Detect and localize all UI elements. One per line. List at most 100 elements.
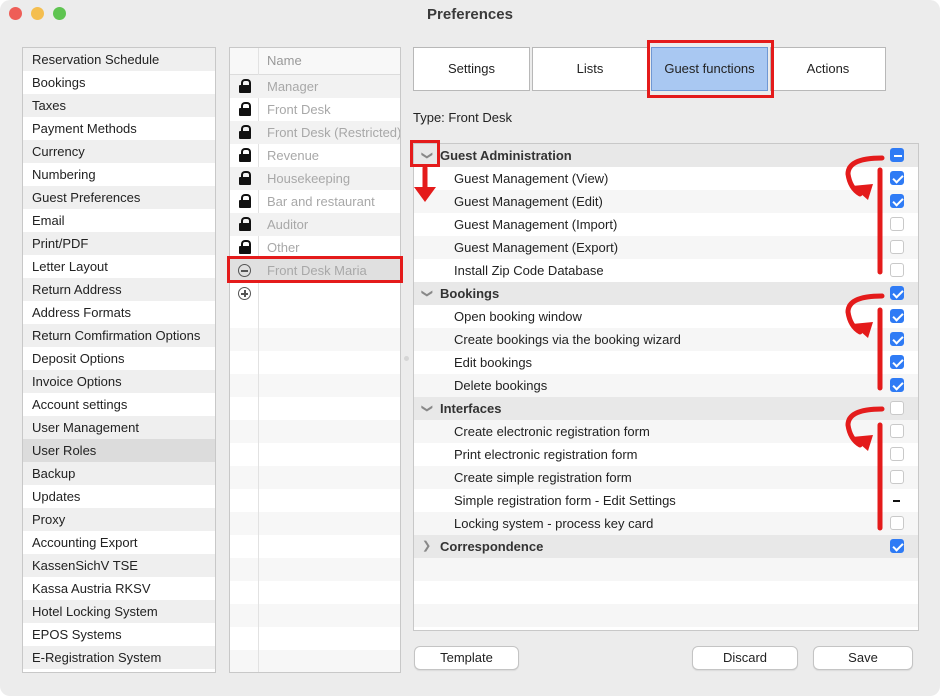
permission-row[interactable]: Edit bookings <box>414 351 918 374</box>
category-item-user-management[interactable]: User Management <box>23 416 215 439</box>
lock-body <box>239 246 251 254</box>
category-item-payment-methods[interactable]: Payment Methods <box>23 117 215 140</box>
group-row-correspondence[interactable]: ❯ Correspondence <box>414 535 918 558</box>
category-item-e-registration-system[interactable]: E-Registration System <box>23 646 215 669</box>
empty-row <box>230 604 400 627</box>
category-item-proxy[interactable]: Proxy <box>23 508 215 531</box>
discard-button[interactable]: Discard <box>692 646 798 670</box>
permission-row[interactable]: Guest Management (Edit) <box>414 190 918 213</box>
category-item-accounting-export[interactable]: Accounting Export <box>23 531 215 554</box>
category-item-print-pdf[interactable]: Print/PDF <box>23 232 215 255</box>
tab-lists[interactable]: Lists <box>532 47 648 91</box>
empty-row <box>230 627 400 650</box>
add-circle-icon[interactable] <box>238 287 251 300</box>
permissions-tree: ❯ Guest Administration Guest Management (V… <box>413 143 919 631</box>
empty-row <box>230 650 400 672</box>
category-item-email[interactable]: Email <box>23 209 215 232</box>
role-row[interactable]: Front Desk (Restricted) <box>230 121 400 144</box>
permission-checkbox[interactable] <box>890 217 904 231</box>
permission-checkbox[interactable] <box>890 424 904 438</box>
category-item-invoice-options[interactable]: Invoice Options <box>23 370 215 393</box>
category-item-deposit-options[interactable]: Deposit Options <box>23 347 215 370</box>
group-row-bookings[interactable]: ❯ Bookings <box>414 282 918 305</box>
permission-row[interactable]: Open booking window <box>414 305 918 328</box>
group-row-interfaces[interactable]: ❯ Interfaces <box>414 397 918 420</box>
permission-row[interactable]: Guest Management (View) <box>414 167 918 190</box>
permission-checkbox[interactable] <box>890 493 904 507</box>
permission-label: Simple registration form - Edit Settings <box>454 493 676 508</box>
role-row[interactable]: Revenue <box>230 144 400 167</box>
lock-icon <box>239 217 251 231</box>
category-item-kassa-austria-rksv[interactable]: Kassa Austria RKSV <box>23 577 215 600</box>
role-name: Manager <box>267 79 319 94</box>
category-item-numbering[interactable]: Numbering <box>23 163 215 186</box>
empty-row <box>230 581 400 604</box>
permission-row[interactable]: Guest Management (Export) <box>414 236 918 259</box>
empty-row <box>414 558 918 581</box>
category-item-address-formats[interactable]: Address Formats <box>23 301 215 324</box>
window-title: Preferences <box>427 6 513 23</box>
category-item-kassensichv-tse[interactable]: KassenSichV TSE <box>23 554 215 577</box>
permission-label: Guest Management (Export) <box>454 240 619 255</box>
lock-body <box>239 108 251 116</box>
roles-header[interactable]: Name <box>230 48 400 75</box>
permission-row[interactable]: Create bookings via the booking wizard <box>414 328 918 351</box>
category-item-currency[interactable]: Currency <box>23 140 215 163</box>
tab-actions[interactable]: Actions <box>770 47 886 91</box>
role-row[interactable]: Front Desk <box>230 98 400 121</box>
category-item-account-settings[interactable]: Account settings <box>23 393 215 416</box>
category-item-taxes[interactable]: Taxes <box>23 94 215 117</box>
category-item-return-comfirmation-options[interactable]: Return Comfirmation Options <box>23 324 215 347</box>
group-row-guest-administration[interactable]: ❯ Guest Administration <box>414 144 918 167</box>
permission-checkbox[interactable] <box>890 240 904 254</box>
chevron-right-icon[interactable]: ❯ <box>422 535 431 558</box>
chevron-down-icon[interactable]: ❯ <box>415 404 438 413</box>
permission-row[interactable]: Delete bookings <box>414 374 918 397</box>
group-checkbox[interactable] <box>890 148 904 162</box>
permission-row[interactable]: Print electronic registration form <box>414 443 918 466</box>
category-item-user-roles[interactable]: User Roles <box>23 439 215 462</box>
category-item-hotel-locking-system[interactable]: Hotel Locking System <box>23 600 215 623</box>
permission-row[interactable]: Locking system - process key card <box>414 512 918 535</box>
permission-checkbox[interactable] <box>890 263 904 277</box>
role-row[interactable]: Bar and restaurant <box>230 190 400 213</box>
tab-settings[interactable]: Settings <box>413 47 530 91</box>
permission-row[interactable]: Create electronic registration form <box>414 420 918 443</box>
category-item-backup[interactable]: Backup <box>23 462 215 485</box>
role-row[interactable]: Auditor <box>230 213 400 236</box>
permission-row[interactable]: Create simple registration form <box>414 466 918 489</box>
category-item-updates[interactable]: Updates <box>23 485 215 508</box>
category-item-letter-layout[interactable]: Letter Layout <box>23 255 215 278</box>
lock-body <box>239 131 251 139</box>
group-checkbox[interactable] <box>890 286 904 300</box>
role-row[interactable]: Housekeeping <box>230 167 400 190</box>
chevron-down-icon[interactable]: ❯ <box>415 289 438 298</box>
permission-row[interactable]: Simple registration form - Edit Settings <box>414 489 918 512</box>
template-button[interactable]: Template <box>414 646 519 670</box>
save-button[interactable]: Save <box>813 646 913 670</box>
category-item-epos-systems[interactable]: EPOS Systems <box>23 623 215 646</box>
category-item-bookings[interactable]: Bookings <box>23 71 215 94</box>
permission-checkbox[interactable] <box>890 470 904 484</box>
category-item-guest-preferences[interactable]: Guest Preferences <box>23 186 215 209</box>
permission-checkbox[interactable] <box>890 447 904 461</box>
permission-checkbox[interactable] <box>890 516 904 530</box>
permission-checkbox[interactable] <box>890 171 904 185</box>
permission-label: Open booking window <box>454 309 582 324</box>
empty-row <box>414 604 918 627</box>
group-checkbox[interactable] <box>890 401 904 415</box>
permission-checkbox[interactable] <box>890 194 904 208</box>
role-name: Bar and restaurant <box>267 194 375 209</box>
permission-row[interactable]: Guest Management (Import) <box>414 213 918 236</box>
permission-checkbox[interactable] <box>890 332 904 346</box>
permission-checkbox[interactable] <box>890 378 904 392</box>
category-item-reservation-schedule[interactable]: Reservation Schedule <box>23 48 215 71</box>
permission-row[interactable]: Install Zip Code Database <box>414 259 918 282</box>
permission-checkbox[interactable] <box>890 309 904 323</box>
permission-checkbox[interactable] <box>890 355 904 369</box>
splitter-handle[interactable] <box>404 356 409 361</box>
role-row[interactable]: Manager <box>230 75 400 98</box>
group-checkbox[interactable] <box>890 539 904 553</box>
group-label: Bookings <box>440 286 500 301</box>
category-item-return-address[interactable]: Return Address <box>23 278 215 301</box>
